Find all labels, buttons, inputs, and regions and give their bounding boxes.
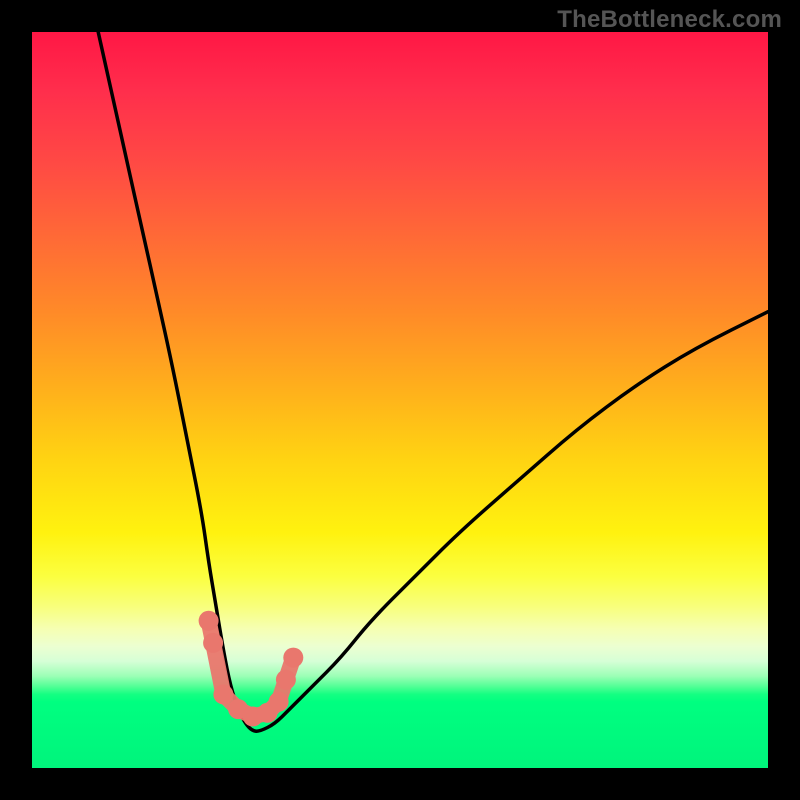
- range-highlight-dot: [213, 684, 233, 704]
- range-highlight-dot: [283, 648, 303, 668]
- range-highlight-dot: [199, 611, 219, 631]
- watermark-text: TheBottleneck.com: [557, 6, 782, 34]
- chart-svg: [32, 32, 768, 768]
- plot-area: [32, 32, 768, 768]
- range-highlight-dot: [203, 633, 223, 653]
- range-highlight-dot: [269, 692, 289, 712]
- range-highlight-dot: [276, 670, 296, 690]
- bottleneck-curve-path: [98, 32, 768, 731]
- chart-frame: TheBottleneck.com: [0, 0, 800, 800]
- bottleneck-curve: [98, 32, 768, 731]
